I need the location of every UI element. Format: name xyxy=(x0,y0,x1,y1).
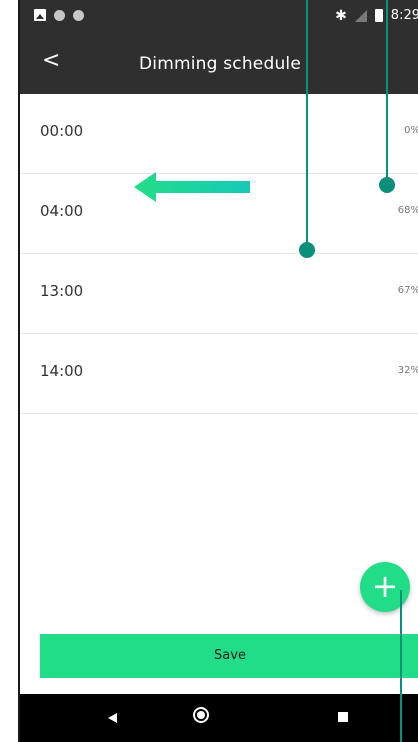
page-title: Dimming schedule xyxy=(138,54,301,74)
circle-icon xyxy=(54,9,65,21)
nav-home-icon[interactable] xyxy=(193,707,209,723)
schedule-percent: 0% xyxy=(404,125,418,136)
schedule-row[interactable]: 14:00 32% xyxy=(20,334,418,414)
status-bar: ✱ 8:29 xyxy=(20,0,418,34)
circle-icon xyxy=(73,9,84,21)
schedule-time: 04:00 xyxy=(40,202,84,220)
arrow-left-icon xyxy=(134,172,250,202)
android-nav-bar xyxy=(20,694,418,742)
phone-screen: ✱ 8:29 < Dimming schedule 00:00 0% 04:00… xyxy=(18,0,418,742)
nav-back-icon[interactable] xyxy=(108,713,117,723)
schedule-time: 13:00 xyxy=(40,282,84,300)
image-icon xyxy=(34,9,46,21)
schedule-row[interactable]: 13:00 67% xyxy=(20,254,418,334)
bluetooth-icon: ✱ xyxy=(335,7,347,24)
callout-dot-right xyxy=(379,177,395,193)
add-schedule-button[interactable]: + xyxy=(360,562,410,612)
schedule-percent: 32% xyxy=(397,365,418,376)
schedule-percent: 67% xyxy=(397,285,418,296)
battery-icon xyxy=(374,9,383,22)
schedule-time: 14:00 xyxy=(40,362,84,380)
notification-icons xyxy=(34,9,84,21)
callout-dot-left xyxy=(299,242,315,258)
schedule-list: 00:00 0% 04:00 68% 13:00 67% 14:00 32% xyxy=(20,94,418,414)
signal-icon xyxy=(354,9,367,22)
schedule-percent: 68% xyxy=(397,205,418,216)
schedule-time: 00:00 xyxy=(40,122,84,140)
system-icons: ✱ 8:29 xyxy=(335,8,418,23)
app-bar: < Dimming schedule xyxy=(20,34,418,94)
callout-line-right xyxy=(386,0,388,180)
save-button[interactable]: Save xyxy=(40,634,418,678)
callout-line-left xyxy=(306,0,308,248)
clock: 8:29 xyxy=(390,8,418,23)
callout-line-fab xyxy=(400,590,402,742)
schedule-row[interactable]: 00:00 0% xyxy=(20,94,418,174)
nav-recent-apps-icon[interactable] xyxy=(338,712,348,722)
